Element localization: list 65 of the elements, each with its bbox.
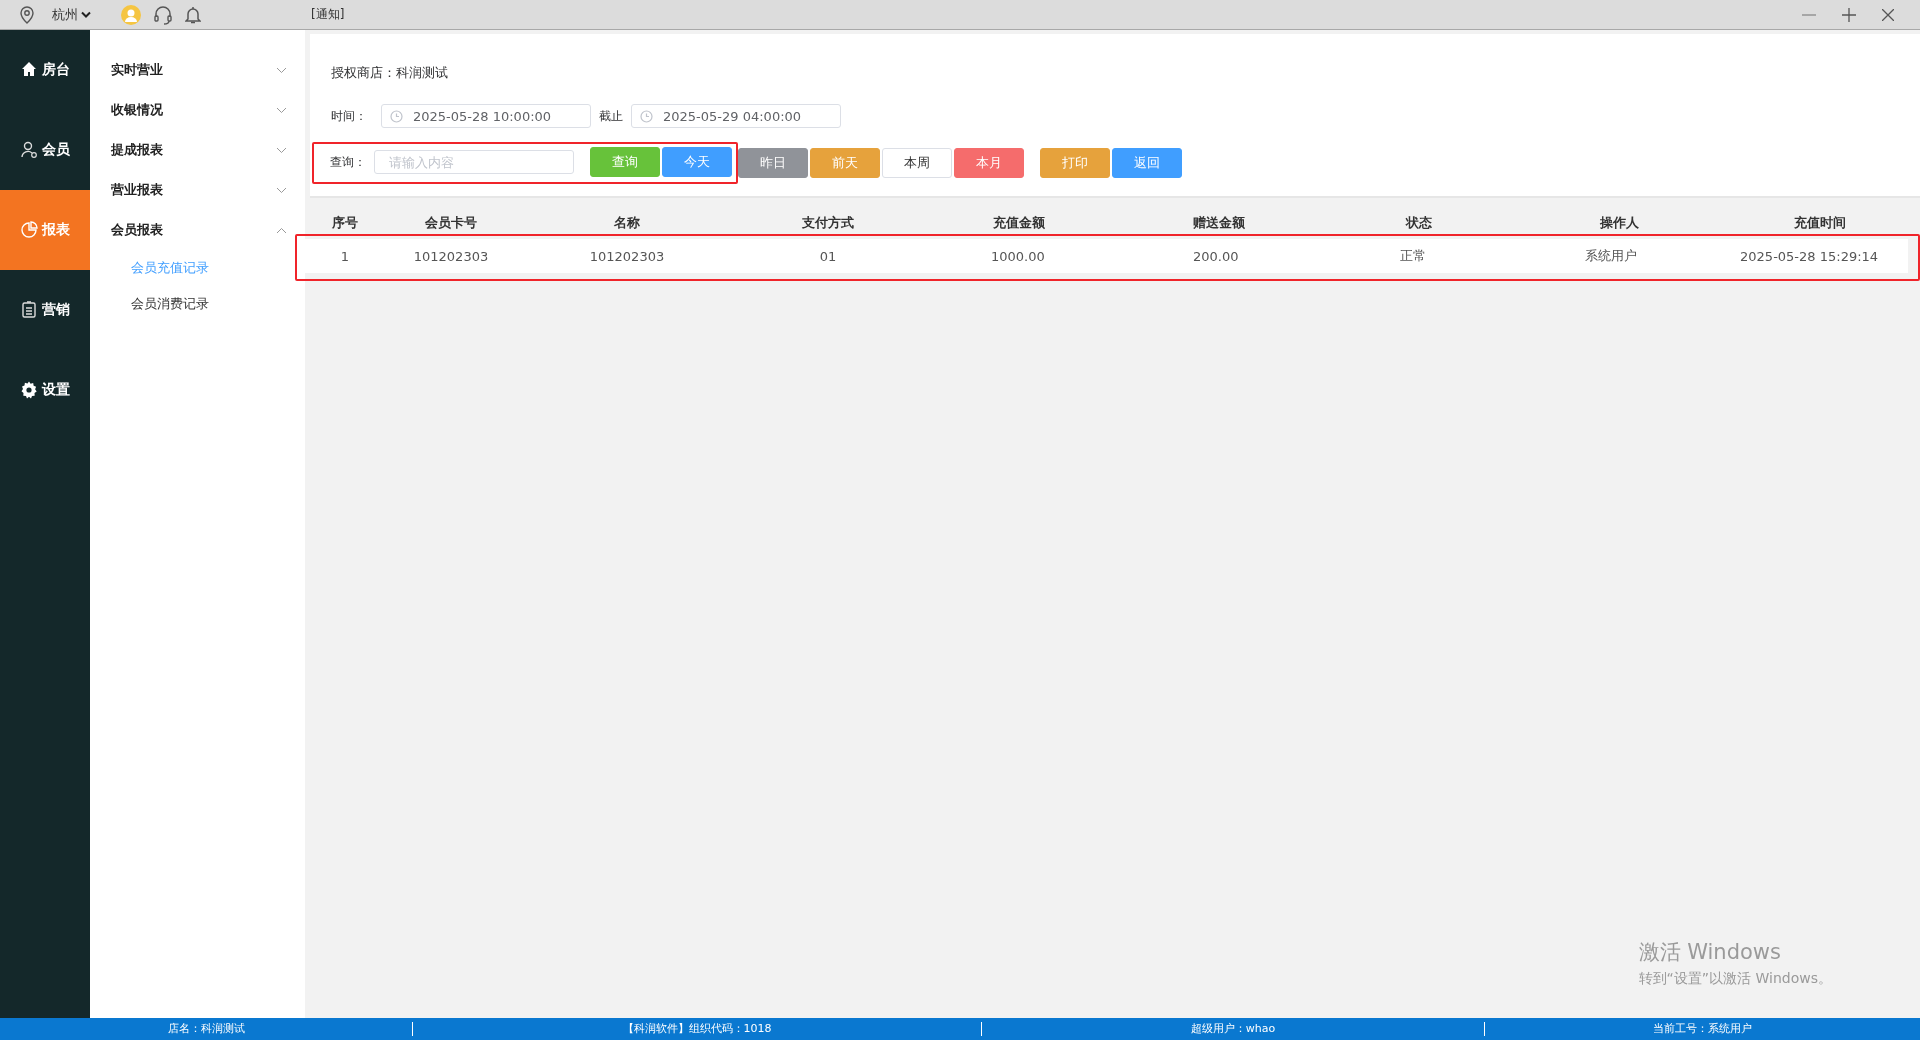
activation-title: 激活 Windows <box>1638 939 1782 966</box>
chevron-down-icon <box>276 106 287 114</box>
column-header: 状态 <box>1404 214 1434 232</box>
pie-chart-icon <box>20 221 38 239</box>
table-cell-text: 2025-05-28 15:29:14 <box>1739 248 1880 264</box>
column-header: 支付方式 <box>801 214 855 232</box>
clock-icon <box>640 109 653 123</box>
minimize-icon <box>1802 13 1816 16</box>
nav-tab[interactable]: 房台 <box>0 30 90 110</box>
time-label: 时间： <box>331 107 367 125</box>
column-header: 序号 <box>331 214 359 232</box>
bell-icon <box>185 5 201 24</box>
status-text: 【科润软件】组织代码：1018 <box>622 1022 772 1035</box>
chevron-down-icon <box>276 186 287 194</box>
nav-tab[interactable]: 营销 <box>0 270 90 350</box>
maximize-icon <box>1842 7 1856 22</box>
status-text: 当前工号：系统用户 <box>1653 1022 1752 1035</box>
clipboard-icon <box>20 301 38 319</box>
until-label: 截止 <box>599 107 623 125</box>
shop-label: 授权商店：科润测试 <box>331 64 449 82</box>
column-header: 充值时间 <box>1792 214 1847 232</box>
table-cell-text: 01 <box>818 248 838 264</box>
nav-tab[interactable]: 设置 <box>0 350 90 430</box>
menu-group[interactable]: 会员报表 <box>90 210 305 250</box>
chevron-up-icon <box>276 226 287 234</box>
status-text: 超级用户：whao <box>1190 1022 1276 1035</box>
query-label: 查询： <box>330 153 366 171</box>
end-time-field[interactable]: 2025-05-29 04:00:00 <box>631 104 841 128</box>
column-header: 名称 <box>613 214 641 232</box>
activation-text: 转到“设置”以激活 Windows。 <box>1638 970 1832 988</box>
menu-group[interactable]: 实时营业 <box>90 50 305 90</box>
start-time-field[interactable]: 2025-05-28 10:00:00 <box>381 104 591 128</box>
table-cell-text: 101202303 <box>588 248 666 264</box>
column-header: 充值金额 <box>992 214 1047 232</box>
table-cell-text: 1000.00 <box>990 248 1046 264</box>
table-cell-text: 正常 <box>1399 247 1428 265</box>
gear-icon <box>20 381 38 399</box>
menu-item[interactable]: 会员消费记录 <box>90 286 305 322</box>
table-cell-text: 系统用户 <box>1584 247 1639 265</box>
search-field[interactable]: 请输入内容 <box>374 150 574 174</box>
table-cell-text: 200.00 <box>1191 248 1240 264</box>
headset-icon <box>153 4 173 25</box>
table-row[interactable]: 1 101202303 101202303 01 1000.00 200.00 正常 系统用户 2025-05-28 15:29:14 <box>305 239 1908 273</box>
status-text: 店名：科润测试 <box>167 1022 245 1035</box>
menu-group[interactable]: 收银情况 <box>90 90 305 130</box>
filter-button[interactable]: 本周 <box>882 148 952 178</box>
house-icon <box>20 61 38 79</box>
close-icon <box>1882 8 1894 21</box>
column-header: 操作人 <box>1599 214 1641 232</box>
column-header: 会员卡号 <box>424 214 478 232</box>
column-header: 赠送金额 <box>1192 214 1247 232</box>
person-icon <box>20 141 38 159</box>
menu-group[interactable]: 营业报表 <box>90 170 305 210</box>
clock-icon <box>390 109 403 123</box>
chevron-down-icon <box>276 66 287 74</box>
caret-icon <box>81 10 91 19</box>
table-cell-text: 101202303 <box>412 248 490 264</box>
location-pin-icon <box>20 5 34 24</box>
city-selector[interactable]: 杭州 <box>52 5 78 24</box>
nav-tab[interactable]: 会员 <box>0 110 90 190</box>
chevron-down-icon <box>276 146 287 154</box>
menu-group[interactable]: 提成报表 <box>90 130 305 170</box>
avatar-icon <box>121 4 141 25</box>
notice-link[interactable]: [通知] <box>311 6 345 23</box>
table-cell-text: 1 <box>339 248 351 264</box>
